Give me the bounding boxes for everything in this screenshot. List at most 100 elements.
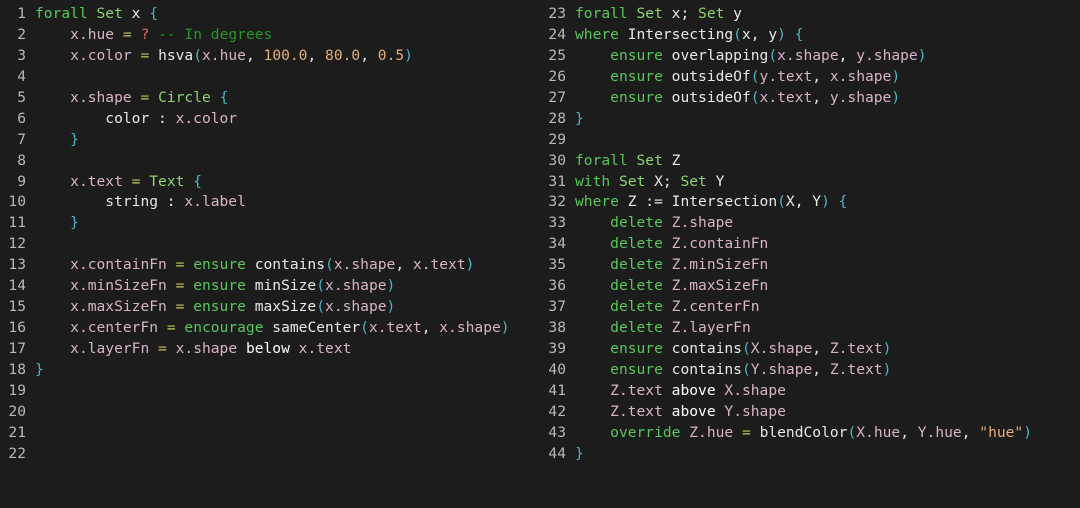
code-line[interactable]: 6 color : x.color [0,109,540,130]
line-content[interactable]: string : x.label [35,192,540,213]
code-line[interactable]: 31 with Set X; Set Y [540,172,1080,193]
code-line[interactable]: 38 delete Z.layerFn [540,318,1080,339]
line-content[interactable]: delete Z.shape [575,213,1080,234]
code-line[interactable]: 41 Z.text above X.shape [540,381,1080,402]
code-line[interactable]: 20 [0,402,540,423]
left-code-pane[interactable]: 1 forall Set x {2 x.hue = ? -- In degrees… [0,0,540,508]
line-content[interactable]: delete Z.minSizeFn [575,255,1080,276]
code-line[interactable]: 29 [540,130,1080,151]
code-line[interactable]: 36 delete Z.maxSizeFn [540,276,1080,297]
line-number: 39 [548,340,566,357]
code-line[interactable]: 37 delete Z.centerFn [540,297,1080,318]
token-kw: encourage [184,319,264,337]
code-line[interactable]: 39 ensure contains(X.shape, Z.text) [540,339,1080,360]
line-content[interactable]: forall Set Z [575,151,1080,172]
code-line[interactable]: 11 } [0,213,540,234]
line-content[interactable]: x.maxSizeFn = ensure maxSize(x.shape) [35,297,540,318]
line-content[interactable]: Z.text above X.shape [575,381,1080,402]
token-prop: Z.centerFn [671,298,760,316]
code-line[interactable]: 3 x.color = hsva(x.hue, 100.0, 80.0, 0.5… [0,46,540,67]
code-line[interactable]: 22 [0,444,540,465]
line-content[interactable]: delete Z.centerFn [575,297,1080,318]
code-line[interactable]: 28} [540,109,1080,130]
line-content[interactable]: } [575,109,1080,130]
line-number: 1 [17,5,26,22]
code-line[interactable]: 23 forall Set x; Set y [540,4,1080,25]
code-line[interactable]: 17 x.layerFn = x.shape below x.text [0,339,540,360]
code-line[interactable]: 24 where Intersecting(x, y) { [540,25,1080,46]
token-punc: ) [882,360,892,378]
code-line[interactable]: 35 delete Z.minSizeFn [540,255,1080,276]
line-content[interactable]: color : x.color [35,109,540,130]
line-content[interactable]: forall Set x { [35,4,540,25]
line-content[interactable]: x.containFn = ensure contains(x.shape, x… [35,255,540,276]
code-line[interactable]: 14 x.minSizeFn = ensure minSize(x.shape) [0,276,540,297]
code-line[interactable]: 1 forall Set x { [0,4,540,25]
line-content[interactable]: Z.text above Y.shape [575,402,1080,423]
line-content[interactable]: ensure outsideOf(y.text, x.shape) [575,67,1080,88]
line-content[interactable]: ensure outsideOf(x.text, y.shape) [575,88,1080,109]
line-content[interactable]: where Z := Intersection(X, Y) { [575,192,1080,213]
line-content[interactable]: } [35,130,540,151]
line-content[interactable]: where Intersecting(x, y) { [575,25,1080,46]
code-line[interactable]: 19 [0,381,540,402]
line-content[interactable]: delete Z.layerFn [575,318,1080,339]
token-kw: delete [610,256,663,274]
code-line[interactable]: 5 x.shape = Circle { [0,88,540,109]
code-line[interactable]: 27 ensure outsideOf(x.text, y.shape) [540,88,1080,109]
token-kw: ensure [193,298,246,316]
code-line[interactable]: 13 x.containFn = ensure contains(x.shape… [0,255,540,276]
line-content[interactable]: forall Set x; Set y [575,4,1080,25]
line-content[interactable]: x.minSizeFn = ensure minSize(x.shape) [35,276,540,297]
code-line[interactable]: 40 ensure contains(Y.shape, Z.text) [540,360,1080,381]
line-number: 22 [8,444,26,462]
token-punc: ( [360,319,369,337]
line-content[interactable]: x.centerFn = encourage sameCenter(x.text… [35,318,540,339]
code-line[interactable]: 8 [0,151,540,172]
code-line[interactable]: 33 delete Z.shape [540,213,1080,234]
code-line[interactable]: 34 delete Z.containFn [540,234,1080,255]
line-content[interactable]: x.layerFn = x.shape below x.text [35,339,540,360]
line-content[interactable]: x.hue = ? -- In degrees [35,25,540,46]
line-content[interactable]: } [575,444,1080,465]
code-line[interactable]: 42 Z.text above Y.shape [540,402,1080,423]
line-content[interactable]: ensure overlapping(x.shape, y.shape) [575,46,1080,67]
line-content[interactable]: override Z.hue = blendColor(X.hue, Y.hue… [575,423,1080,444]
line-content[interactable]: x.text = Text { [35,172,540,193]
code-line[interactable]: 18} [0,360,540,381]
token-prop: x.color [175,109,238,127]
code-line[interactable]: 30 forall Set Z [540,151,1080,172]
line-content[interactable]: delete Z.maxSizeFn [575,276,1080,297]
code-line[interactable]: 16 x.centerFn = encourage sameCenter(x.t… [0,318,540,339]
code-line[interactable]: 15 x.maxSizeFn = ensure maxSize(x.shape) [0,297,540,318]
right-code-pane[interactable]: 23 forall Set x; Set y 24 where Intersectin… [540,0,1080,508]
token-plain: Z := [627,193,672,211]
code-line[interactable]: 26 ensure outsideOf(y.text, x.shape) [540,67,1080,88]
code-line[interactable]: 4 [0,67,540,88]
line-content[interactable]: ensure contains(Y.shape, Z.text) [575,360,1080,381]
code-line[interactable]: 2 x.hue = ? -- In degrees [0,25,540,46]
code-line[interactable]: 10 string : x.label [0,192,540,213]
code-line[interactable]: 25 ensure overlapping(x.shape, y.shape) [540,46,1080,67]
line-content[interactable]: delete Z.containFn [575,234,1080,255]
line-content[interactable]: ensure contains(X.shape, Z.text) [575,339,1080,360]
line-content[interactable]: } [35,213,540,234]
line-content[interactable]: with Set X; Set Y [575,172,1080,193]
code-line[interactable]: 32 where Z := Intersection(X, Y) { [540,192,1080,213]
code-line[interactable]: 12 [0,234,540,255]
code-line[interactable]: 44} [540,444,1080,465]
line-content[interactable]: } [35,360,540,381]
code-line[interactable]: 7 } [0,130,540,151]
line-content[interactable]: x.shape = Circle { [35,88,540,109]
line-content[interactable]: x.color = hsva(x.hue, 100.0, 80.0, 0.5) [35,46,540,67]
code-line[interactable]: 9 x.text = Text { [0,172,540,193]
code-line[interactable]: 21 [0,423,540,444]
code-line[interactable]: 43 override Z.hue = blendColor(X.hue, Y.… [540,423,1080,444]
